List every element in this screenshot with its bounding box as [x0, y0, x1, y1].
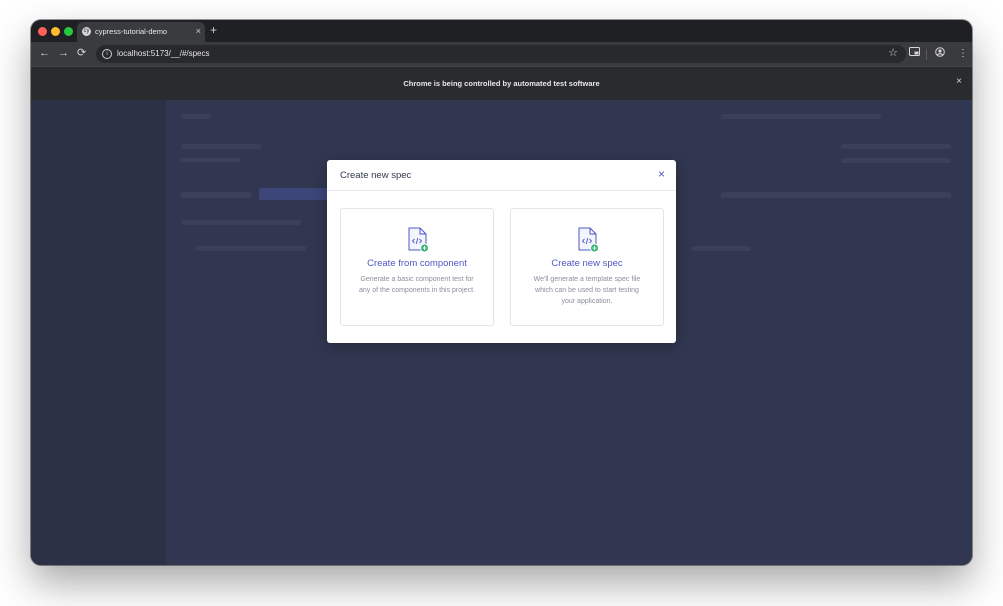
window-close-button[interactable]	[38, 27, 47, 36]
spec-file-icon	[578, 227, 599, 253]
profile-icon[interactable]	[935, 47, 945, 61]
reload-icon[interactable]: ⟳	[77, 47, 86, 60]
dimmed-content	[181, 158, 241, 162]
app-sidebar	[31, 100, 166, 565]
dimmed-content	[181, 144, 261, 149]
dimmed-content	[181, 220, 301, 225]
window-maximize-button[interactable]	[64, 27, 73, 36]
card-title: Create new spec	[551, 258, 623, 269]
toolbar-separator	[926, 49, 927, 60]
cypress-favicon-icon: cy	[82, 27, 91, 36]
dimmed-content	[691, 246, 751, 251]
dimmed-content	[721, 192, 951, 198]
bookmark-star-icon[interactable]: ☆	[888, 47, 898, 60]
card-description: Generate a basic component test for any …	[359, 276, 475, 294]
site-info-icon[interactable]: i	[102, 49, 112, 59]
component-file-icon	[408, 227, 429, 253]
dimmed-content	[181, 192, 251, 198]
back-icon[interactable]: ←	[39, 47, 50, 60]
dialog-close-icon[interactable]: ×	[658, 167, 665, 181]
dimmed-content	[841, 158, 951, 163]
tab-strip: cy cypress-tutorial-demo × +	[31, 20, 972, 42]
dimmed-content	[721, 114, 881, 119]
cast-icon[interactable]	[909, 47, 920, 61]
create-spec-dialog: Create new spec × Create from component …	[327, 160, 676, 343]
new-tab-button[interactable]: +	[210, 23, 217, 37]
create-from-component-card[interactable]: Create from component Generate a basic c…	[340, 208, 494, 326]
browser-window: cy cypress-tutorial-demo × + ← → ⟳ i loc…	[31, 20, 972, 565]
automation-infobar: Chrome is being controlled by automated …	[31, 66, 972, 100]
automation-warning-text: Chrome is being controlled by automated …	[403, 79, 600, 88]
forward-icon[interactable]: →	[58, 47, 69, 60]
dimmed-content	[181, 114, 211, 119]
browser-menu-icon[interactable]: ⋮	[958, 47, 968, 60]
window-minimize-button[interactable]	[51, 27, 60, 36]
tab-close-icon[interactable]: ×	[196, 25, 201, 37]
address-bar[interactable]: i localhost:5173/__/#/specs ☆	[96, 45, 906, 63]
url-text[interactable]: localhost:5173/__/#/specs	[117, 49, 210, 58]
card-title: Create from component	[367, 258, 467, 269]
dimmed-content	[196, 246, 306, 251]
dialog-header: Create new spec ×	[327, 160, 676, 191]
dialog-title: Create new spec	[340, 170, 412, 181]
dimmed-content	[841, 144, 951, 149]
tab-title: cypress-tutorial-demo	[95, 27, 168, 36]
card-description: We'll generate a template spec file whic…	[533, 276, 641, 305]
create-new-spec-card[interactable]: Create new spec We'll generate a templat…	[510, 208, 664, 326]
browser-toolbar: ← → ⟳ i localhost:5173/__/#/specs ☆ ⋮	[31, 42, 972, 66]
infobar-close-icon[interactable]: ×	[956, 76, 962, 87]
browser-tab[interactable]: cy cypress-tutorial-demo ×	[77, 22, 205, 42]
